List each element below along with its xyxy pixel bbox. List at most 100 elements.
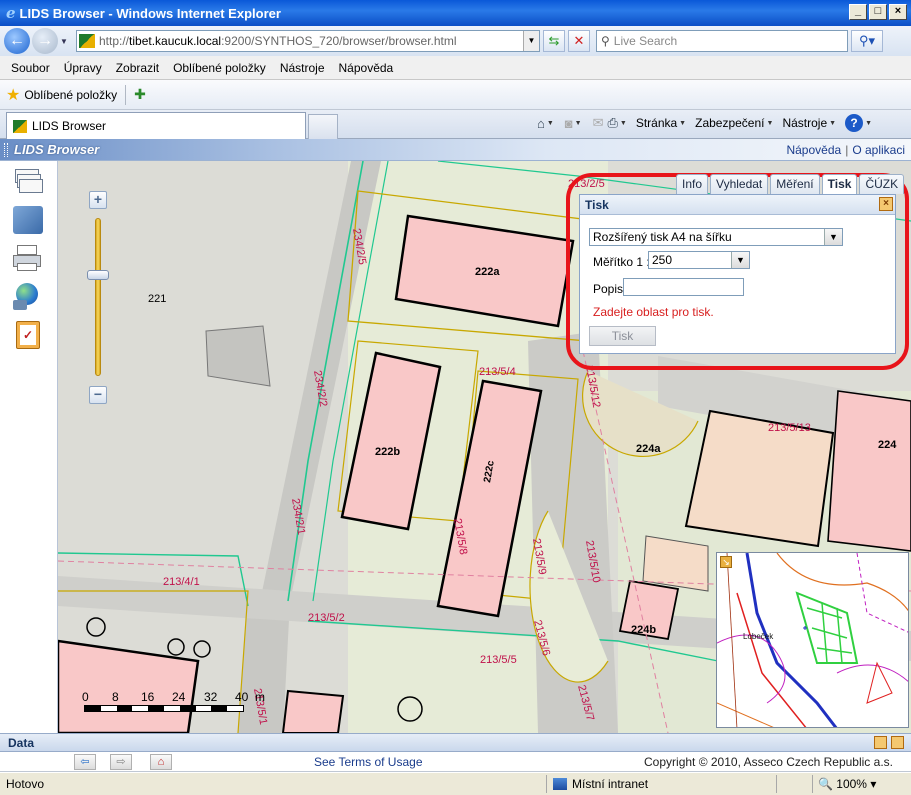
tab-cuzk[interactable]: ČÚZK (859, 174, 905, 194)
layers-icon[interactable] (13, 169, 43, 197)
security-zone[interactable]: Místní intranet (546, 775, 648, 793)
site-favicon-icon (79, 34, 95, 48)
parcel-label: 224a (636, 443, 661, 455)
search-input[interactable]: ⚲ Live Search (596, 30, 848, 52)
url-host: tibet.kaucuk.local (129, 34, 222, 48)
feeds-icon[interactable]: ◙ (565, 116, 573, 131)
tab-info[interactable]: Info (676, 174, 709, 194)
menu-favorites[interactable]: Oblíbené položky (173, 61, 266, 75)
forward-button[interactable]: → (32, 28, 58, 54)
app-header: LIDS Browser Nápověda | O aplikaci (0, 139, 911, 161)
menu-help[interactable]: Nápověda (339, 61, 394, 75)
overview-place-label: Lobeček (743, 632, 774, 641)
scale-tick: 40 (235, 690, 249, 704)
app-title: LIDS Browser (14, 142, 100, 157)
scale-select[interactable]: 250 ▼ (648, 251, 750, 269)
add-favorite-icon[interactable]: ✚ (134, 86, 146, 103)
security-dropdown-icon[interactable]: ▼ (767, 120, 774, 127)
maximize-icon[interactable] (891, 736, 904, 749)
new-tab-button[interactable] (308, 114, 338, 139)
zoom-slider-track[interactable] (95, 218, 101, 376)
chevron-down-icon[interactable]: ▼ (731, 252, 749, 268)
home-view-icon[interactable]: ⌂ (150, 754, 172, 770)
divider (812, 775, 813, 793)
print-button[interactable]: Tisk (589, 326, 656, 346)
print-dropdown-icon[interactable]: ▼ (620, 120, 627, 127)
live-search-icon: ⚲ (601, 34, 610, 48)
window-controls: _ □ × (849, 4, 907, 20)
menu-file[interactable]: Soubor (11, 61, 50, 75)
parcel-label: 224b (631, 624, 656, 636)
globe-search-icon[interactable] (13, 283, 43, 311)
page-menu[interactable]: Stránka (636, 116, 677, 130)
tab-measure[interactable]: Měření (770, 174, 820, 194)
help-link[interactable]: Nápověda (786, 143, 841, 157)
copyright-text: Copyright © 2010, Asseco Czech Republic … (644, 755, 893, 769)
scale-unit: m (255, 690, 265, 704)
print-template-select[interactable]: Rozšířený tisk A4 na šířku ▼ (589, 228, 843, 246)
zoom-out-button[interactable]: − (89, 386, 107, 404)
left-toolbar: ✓ (0, 161, 58, 733)
menu-edit[interactable]: Úpravy (64, 61, 102, 75)
feeds-dropdown-icon[interactable]: ▼ (575, 120, 582, 127)
zone-label: Místní intranet (572, 777, 649, 791)
home-dropdown-icon[interactable]: ▼ (547, 120, 554, 127)
scale-tick: 0 (82, 690, 89, 704)
tab-lids-browser[interactable]: LIDS Browser (6, 112, 306, 139)
back-button[interactable]: ← (4, 28, 30, 54)
minimize-button[interactable]: _ (849, 4, 867, 20)
overview-toggle-icon[interactable]: ↘ (720, 556, 732, 568)
chevron-down-icon[interactable]: ▼ (824, 229, 842, 245)
description-input[interactable] (623, 278, 744, 296)
edit-map-icon[interactable] (13, 206, 43, 234)
stop-icon[interactable]: ✕ (568, 30, 590, 52)
back-arrow-icon[interactable]: ⇦ (74, 754, 96, 770)
scale-bar (84, 705, 244, 712)
print-icon[interactable]: ⎙ (607, 115, 617, 131)
menu-view[interactable]: Zobrazit (116, 61, 159, 75)
parcel-label: 221 (148, 293, 166, 305)
zoom-slider-handle[interactable] (87, 270, 109, 280)
scale-tick: 8 (112, 690, 119, 704)
address-dropdown-icon[interactable]: ▼ (523, 31, 539, 51)
close-window-button[interactable]: × (889, 4, 907, 20)
divider (776, 775, 777, 793)
panel-tabs: Info Vyhledat Měření Tisk ČÚZK (676, 174, 906, 196)
close-icon[interactable]: × (879, 197, 893, 211)
parcel-label: 213/5/2 (308, 612, 345, 624)
parcel-label: 213/4/1 (163, 576, 200, 588)
tab-label: LIDS Browser (32, 119, 107, 133)
page-dropdown-icon[interactable]: ▼ (679, 120, 686, 127)
zoom-level[interactable]: 🔍 100% ▾ (818, 775, 876, 793)
menu-bar: Soubor Úpravy Zobrazit Oblíbené položky … (0, 56, 911, 80)
help-dropdown-icon[interactable]: ▼ (865, 120, 872, 127)
refresh-icon[interactable]: ⇆ (543, 30, 565, 52)
checklist-icon[interactable]: ✓ (16, 321, 40, 349)
tab-search[interactable]: Vyhledat (710, 174, 769, 194)
tools-menu[interactable]: Nástroje (782, 116, 827, 130)
favorites-button[interactable]: Oblíbené položky (24, 88, 117, 102)
overview-map[interactable]: ↘ Lobeček (716, 552, 909, 728)
mail-icon[interactable]: ✉ (593, 115, 604, 131)
home-icon[interactable]: ⌂ (537, 116, 545, 131)
terms-link[interactable]: See Terms of Usage (314, 755, 423, 769)
zoom-in-button[interactable]: + (89, 191, 107, 209)
search-placeholder: Live Search (613, 34, 678, 48)
app-footer: ⇦ ⇨ ⌂ See Terms of Usage Copyright © 201… (0, 752, 911, 772)
data-bar-title: Data (8, 736, 35, 750)
about-link[interactable]: O aplikaci (852, 143, 905, 157)
security-menu[interactable]: Zabezpečení (695, 116, 764, 130)
tab-print[interactable]: Tisk (821, 174, 858, 196)
history-dropdown-icon[interactable]: ▼ (60, 37, 72, 46)
search-go-icon[interactable]: ⚲▾ (851, 30, 883, 52)
tools-dropdown-icon[interactable]: ▼ (829, 120, 836, 127)
address-toolbar: ← → ▼ http://tibet.kaucuk.local:9200/SYN… (0, 26, 911, 56)
restore-icon[interactable] (874, 736, 887, 749)
menu-tools[interactable]: Nástroje (280, 61, 325, 75)
help-icon[interactable]: ? (845, 114, 864, 132)
address-field[interactable]: http://tibet.kaucuk.local:9200/SYNTHOS_7… (76, 30, 540, 52)
maximize-button[interactable]: □ (869, 4, 887, 20)
forward-arrow-icon[interactable]: ⇨ (110, 754, 132, 770)
favorites-star-icon[interactable]: ★ (6, 85, 20, 105)
print-tool-icon[interactable] (13, 245, 43, 273)
